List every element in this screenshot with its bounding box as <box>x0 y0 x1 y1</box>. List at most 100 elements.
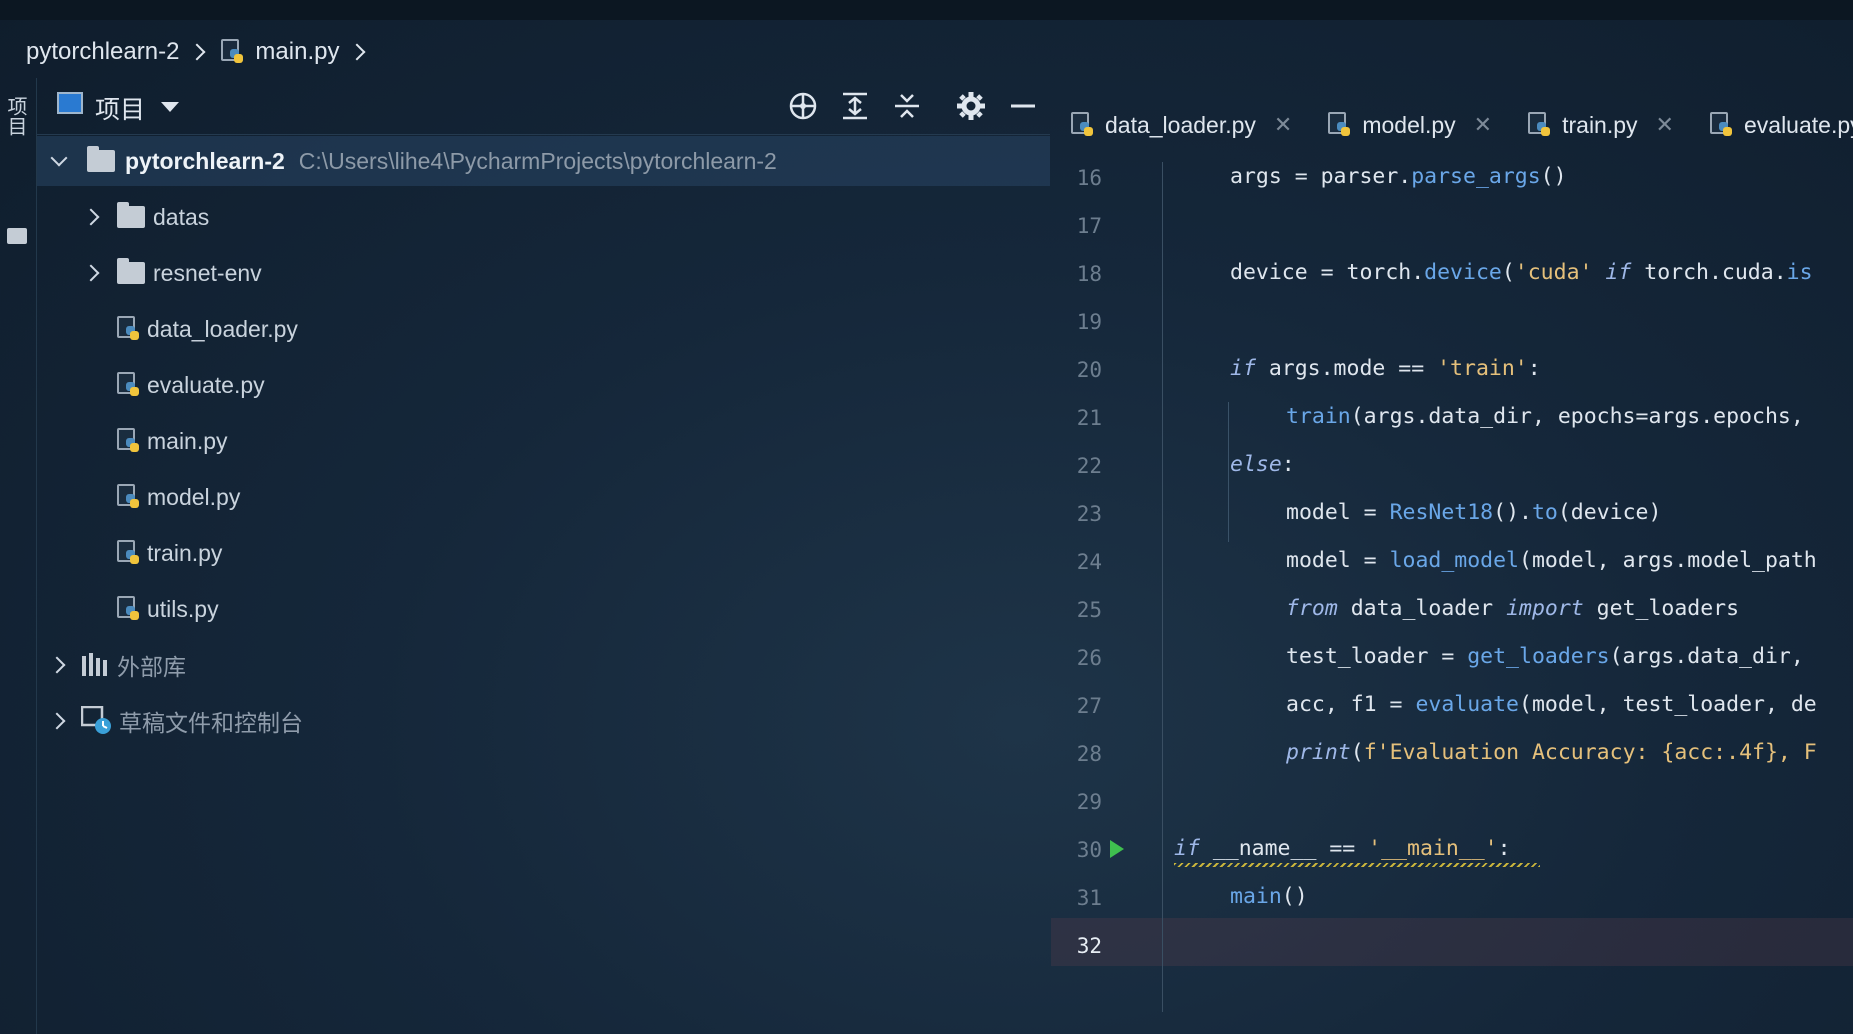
tree-item[interactable]: evaluate.py <box>37 360 1050 410</box>
line-number: 31 <box>1076 886 1102 910</box>
project-panel: 项目 pytorchlearn-2 C:\Users\lihe4\Pycharm… <box>37 78 1050 1034</box>
close-icon[interactable]: ✕ <box>1656 112 1674 138</box>
tree-item-label: train.py <box>147 539 223 566</box>
tree-item[interactable]: utils.py <box>37 584 1050 634</box>
line-number: 17 <box>1076 214 1102 238</box>
line-number: 22 <box>1076 454 1102 478</box>
project-root-name: pytorchlearn-2 <box>125 147 285 174</box>
python-file-icon <box>117 428 141 454</box>
close-icon[interactable]: ✕ <box>1274 112 1292 138</box>
tool-window-strip: 项目 <box>0 78 37 1034</box>
line-number: 20 <box>1076 358 1102 382</box>
tree-item-label: main.py <box>147 427 228 454</box>
tree-item-label: model.py <box>147 483 241 510</box>
tree-item-label: 外部库 <box>117 654 186 680</box>
tree-item-label: utils.py <box>147 595 219 622</box>
breadcrumb-file[interactable]: main.py <box>255 38 339 66</box>
locate-icon[interactable] <box>787 90 819 122</box>
editor-tab[interactable]: evaluate.py <box>1709 111 1853 139</box>
code-line-23: model = ResNet18().to(device) <box>1286 500 1662 525</box>
current-line-highlight <box>1051 918 1853 966</box>
chevron-right-icon[interactable] <box>48 656 66 674</box>
tree-item[interactable]: train.py <box>37 528 1050 578</box>
tree-item-label: datas <box>153 203 210 230</box>
fold-gutter-line <box>1162 162 1163 1012</box>
code-line-30: if __name__ == '__main__': <box>1174 836 1511 861</box>
python-file-icon <box>1328 112 1352 138</box>
run-icon[interactable] <box>1110 840 1124 858</box>
chevron-right-icon[interactable] <box>82 264 100 282</box>
editor-tab[interactable]: data_loader.py ✕ <box>1071 112 1292 139</box>
folder-icon <box>117 258 145 284</box>
tree-item-label: 草稿文件和控制台 <box>119 710 303 736</box>
breadcrumb: pytorchlearn-2 main.py <box>26 34 371 70</box>
indent-guide <box>1228 402 1229 542</box>
chevron-right-icon <box>348 43 366 61</box>
warning-underline <box>1174 863 1540 867</box>
tree-item-label: data_loader.py <box>147 315 298 342</box>
editor-tab[interactable]: model.py ✕ <box>1328 112 1492 139</box>
breadcrumb-project[interactable]: pytorchlearn-2 <box>26 38 179 66</box>
code-line-18: device = torch.device('cuda' if torch.cu… <box>1230 260 1813 285</box>
panel-title[interactable]: 项目 <box>95 90 145 126</box>
project-root-path: C:\Users\lihe4\PycharmProjects\pytorchle… <box>298 147 777 174</box>
line-number: 29 <box>1076 790 1102 814</box>
line-number: 25 <box>1076 598 1102 622</box>
tree-item[interactable]: resnet-env <box>37 248 1050 298</box>
chevron-right-icon[interactable] <box>48 712 66 730</box>
tree-root[interactable]: pytorchlearn-2 C:\Users\lihe4\PycharmPro… <box>37 136 1050 186</box>
line-number: 23 <box>1076 502 1102 526</box>
tree-item[interactable]: model.py <box>37 472 1050 522</box>
code-line-20: if args.mode == 'train': <box>1230 356 1541 381</box>
code-line-22: else: <box>1230 452 1295 477</box>
minimize-icon[interactable] <box>1007 90 1039 122</box>
line-number: 27 <box>1076 694 1102 718</box>
python-file-icon <box>117 484 141 510</box>
tree-item-label: resnet-env <box>153 259 262 286</box>
close-icon[interactable]: ✕ <box>1474 112 1492 138</box>
editor-tab[interactable]: train.py ✕ <box>1528 112 1674 139</box>
line-number: 16 <box>1076 166 1102 190</box>
folder-icon <box>87 146 115 172</box>
tree-item[interactable]: datas <box>37 192 1050 242</box>
chevron-down-icon[interactable] <box>161 102 179 112</box>
chevron-down-icon[interactable] <box>50 149 68 167</box>
folder-icon[interactable] <box>7 228 27 244</box>
tree-item-external-libraries[interactable]: 外部库 <box>37 640 1050 690</box>
chevron-right-icon[interactable] <box>82 208 100 226</box>
tab-label: train.py <box>1562 111 1638 138</box>
project-window-icon <box>57 92 83 114</box>
python-file-icon <box>117 372 141 398</box>
chevron-right-icon <box>188 43 206 61</box>
line-number: 24 <box>1076 550 1102 574</box>
folder-icon <box>117 202 145 228</box>
tree-item-label: evaluate.py <box>147 371 265 398</box>
project-tool-tab[interactable]: 项目 <box>4 96 30 136</box>
collapse-all-icon[interactable] <box>891 90 923 122</box>
code-line-24: model = load_model(model, args.model_pat… <box>1286 548 1817 573</box>
code-line-25: from data_loader import get_loaders <box>1286 596 1740 621</box>
code-line-21: train(args.data_dir, epochs=args.epochs, <box>1286 404 1804 429</box>
editor-tab-bar: data_loader.py ✕ model.py ✕ train.py ✕ e… <box>1051 100 1853 150</box>
tree-item[interactable]: main.py <box>37 416 1050 466</box>
title-bar <box>0 0 1853 20</box>
line-number: 26 <box>1076 646 1102 670</box>
python-file-icon <box>1709 112 1734 138</box>
python-file-icon <box>117 596 141 622</box>
line-number-current: 32 <box>1076 934 1102 958</box>
code-line-28: print(f'Evaluation Accuracy: {acc:.4f}, … <box>1286 740 1817 765</box>
tab-label: evaluate.py <box>1743 111 1853 138</box>
python-file-icon <box>117 316 141 342</box>
code-line-27: acc, f1 = evaluate(model, test_loader, d… <box>1286 692 1817 717</box>
python-file-icon <box>221 39 245 65</box>
line-number: 30 <box>1076 838 1102 862</box>
line-number: 21 <box>1076 406 1102 430</box>
tree-item[interactable]: data_loader.py <box>37 304 1050 354</box>
expand-all-icon[interactable] <box>839 90 871 122</box>
gear-icon[interactable] <box>955 90 987 122</box>
tree-item-scratches[interactable]: 草稿文件和控制台 <box>37 696 1050 746</box>
line-number: 28 <box>1076 742 1102 766</box>
tab-label: model.py <box>1362 111 1456 138</box>
python-file-icon <box>1071 112 1095 138</box>
python-file-icon <box>117 540 141 566</box>
